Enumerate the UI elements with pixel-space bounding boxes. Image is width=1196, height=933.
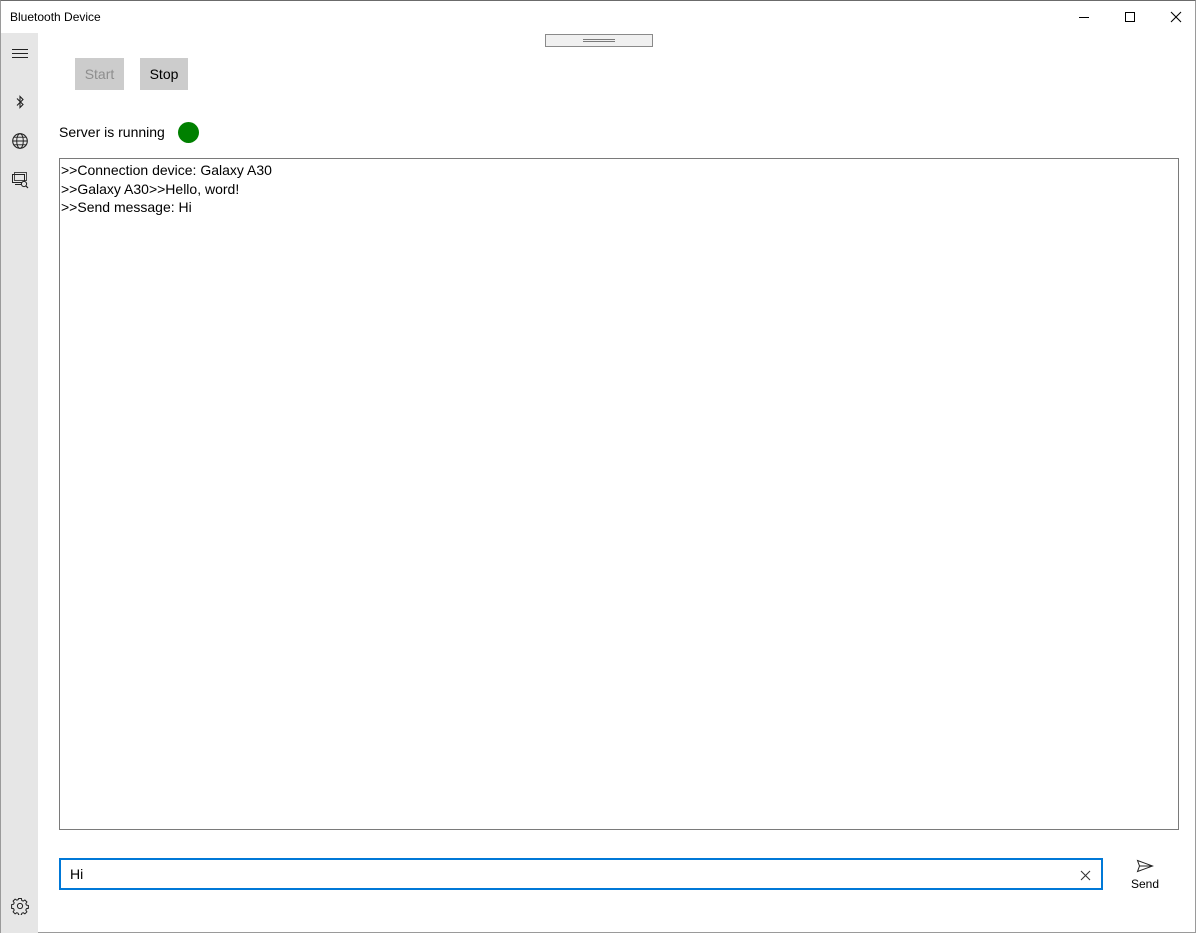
maximize-button[interactable] (1107, 1, 1153, 33)
message-input[interactable] (70, 865, 1050, 883)
globe-icon (11, 133, 28, 149)
remote-devices-icon (11, 172, 28, 189)
hamburger-menu-button[interactable] (1, 36, 38, 72)
bluetooth-icon (16, 95, 24, 109)
server-status-text: Server is running (59, 124, 165, 140)
log-line: >>Connection device: Galaxy A30 (61, 162, 272, 178)
message-input-box[interactable] (59, 858, 1103, 890)
send-label: Send (1130, 877, 1160, 891)
stop-button[interactable]: Stop (140, 58, 188, 90)
window-title: Bluetooth Device (10, 10, 101, 24)
navigation-rail (1, 33, 38, 933)
log-line: >>Send message: Hi (61, 199, 192, 215)
minimize-button[interactable] (1061, 1, 1107, 33)
title-bar[interactable]: Bluetooth Device (1, 1, 1195, 33)
close-button[interactable] (1153, 1, 1196, 33)
minimize-icon (1079, 17, 1089, 18)
settings-nav-button[interactable] (1, 888, 38, 924)
bluetooth-nav-button[interactable] (1, 84, 38, 120)
clear-text-button[interactable] (1075, 865, 1095, 885)
send-icon (1136, 859, 1154, 873)
server-status-indicator (178, 122, 199, 143)
settings-gear-icon (10, 898, 29, 915)
message-log[interactable]: >>Connection device: Galaxy A30 >>Galaxy… (59, 158, 1179, 830)
drag-grip-icon (583, 39, 615, 42)
maximize-icon (1125, 12, 1135, 22)
start-button[interactable]: Start (75, 58, 124, 90)
app-window: Bluetooth Device Start Stop Server is ru… (0, 0, 1196, 933)
remote-devices-nav-button[interactable] (1, 162, 38, 198)
network-nav-button[interactable] (1, 123, 38, 159)
hamburger-menu-icon (11, 49, 28, 58)
pane-drag-handle[interactable] (545, 34, 653, 47)
log-line: >>Galaxy A30>>Hello, word! (61, 180, 240, 197)
close-icon (1170, 11, 1182, 23)
clear-x-icon (1080, 870, 1090, 880)
send-button[interactable]: Send (1125, 855, 1165, 897)
